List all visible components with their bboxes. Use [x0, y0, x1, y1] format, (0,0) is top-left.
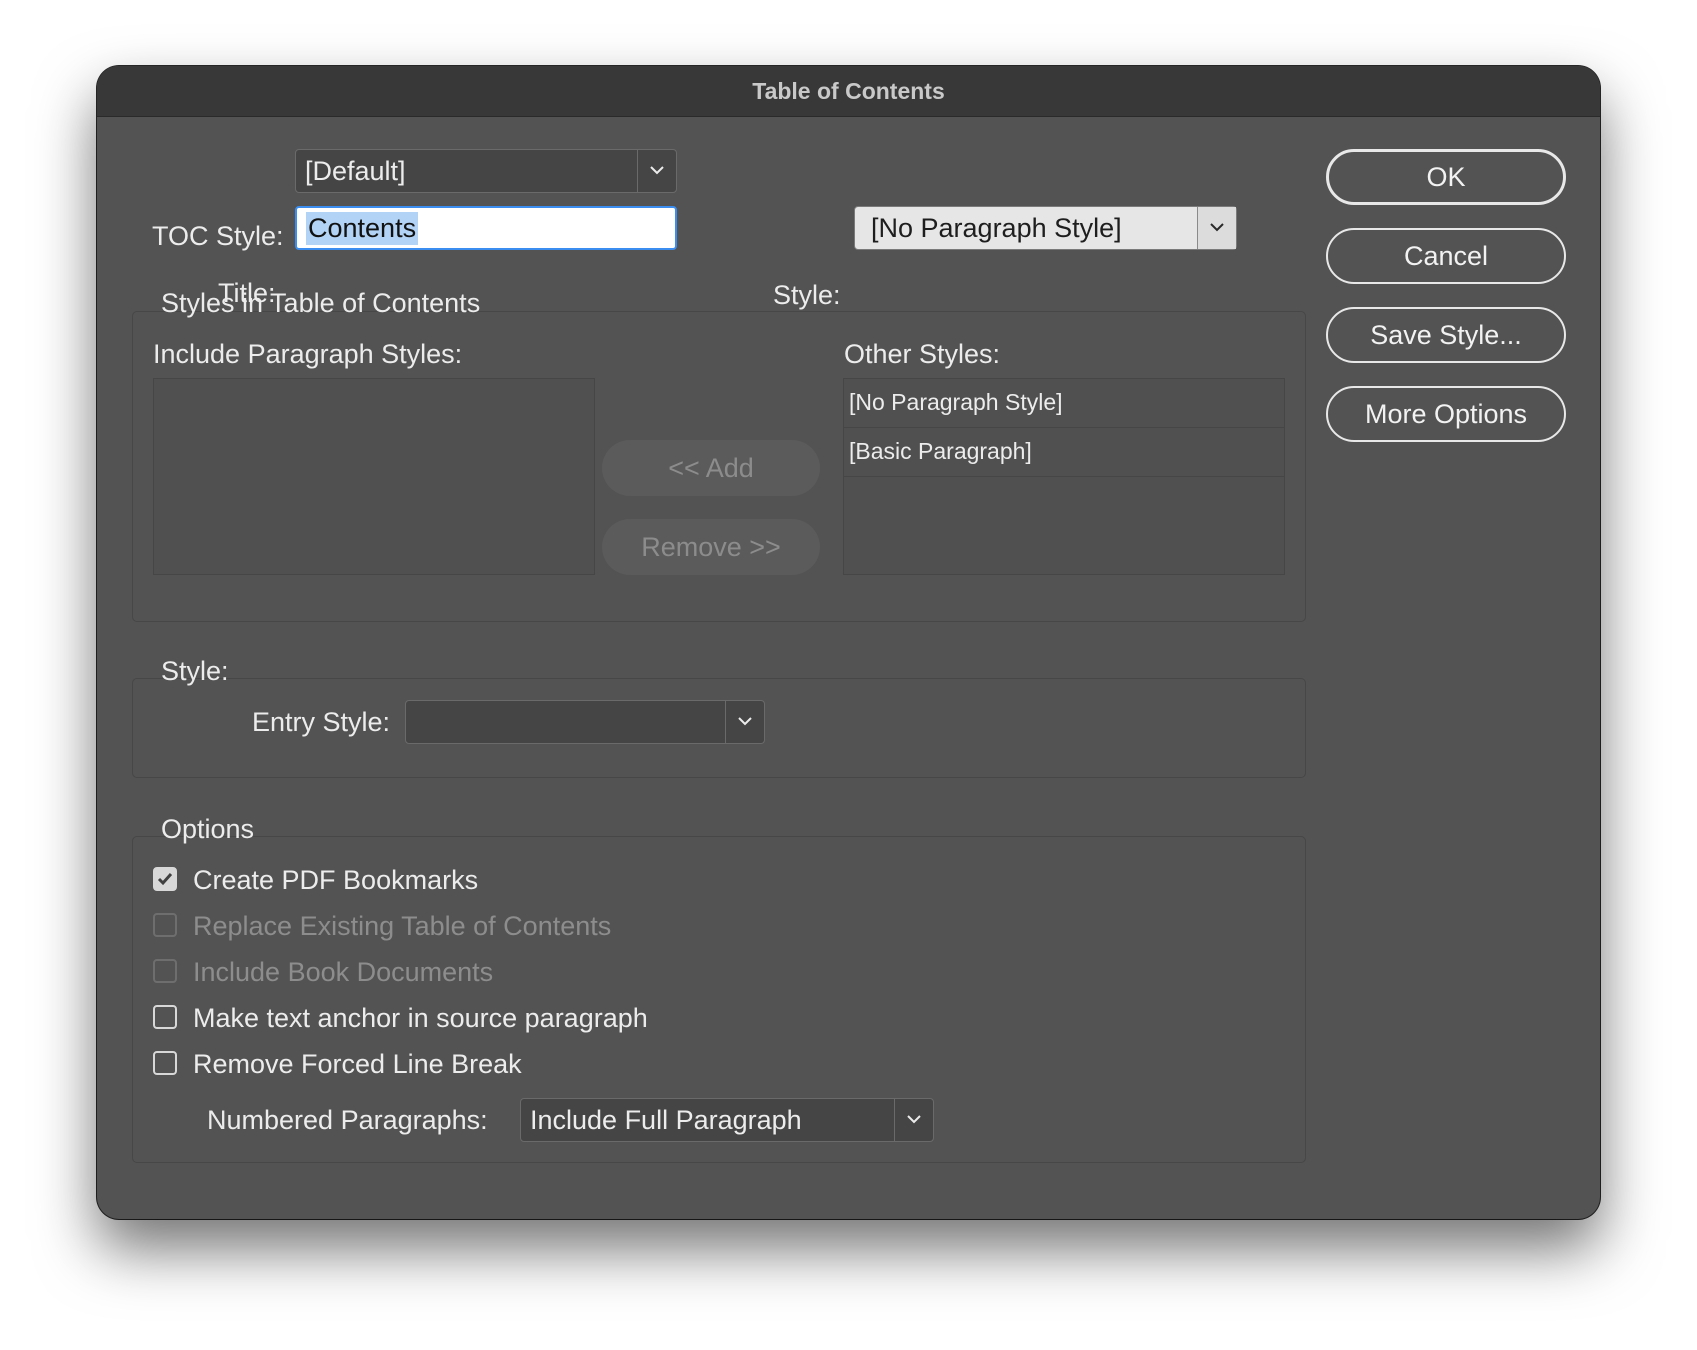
numbered-paragraphs-label: Numbered Paragraphs: — [207, 1105, 488, 1135]
toc-style-value: [Default] — [305, 156, 406, 186]
replace-existing-toc-checkbox — [153, 913, 177, 937]
toc-style-label: TOC Style: — [152, 221, 284, 251]
toc-style-dropdown[interactable]: [Default] — [295, 149, 677, 193]
make-text-anchor-label: Make text anchor in source paragraph — [193, 1003, 648, 1033]
create-pdf-bookmarks-label: Create PDF Bookmarks — [193, 865, 479, 895]
make-text-anchor-checkbox[interactable] — [153, 1005, 177, 1029]
styles-group-title: Styles in Table of Contents — [161, 288, 481, 318]
include-book-documents-checkbox — [153, 959, 177, 983]
chevron-down-icon[interactable] — [1197, 207, 1236, 249]
entry-style-group-title: Style: — [161, 656, 229, 686]
title-style-dropdown[interactable]: [No Paragraph Style] — [854, 206, 1237, 250]
remove-forced-line-break-checkbox[interactable] — [153, 1051, 177, 1075]
include-styles-list[interactable] — [153, 378, 595, 575]
other-styles-list[interactable]: [No Paragraph Style] [Basic Paragraph] — [843, 378, 1285, 575]
title-style-value: [No Paragraph Style] — [871, 213, 1122, 243]
cancel-button[interactable]: Cancel — [1326, 228, 1566, 284]
other-styles-label: Other Styles: — [844, 339, 1001, 369]
options-group-title: Options — [161, 814, 255, 844]
remove-button[interactable]: Remove >> — [602, 519, 820, 575]
dialog-title: Table of Contents — [97, 66, 1600, 117]
remove-forced-line-break-label: Remove Forced Line Break — [193, 1049, 522, 1079]
replace-existing-toc-label: Replace Existing Table of Contents — [193, 911, 612, 941]
chevron-down-icon[interactable] — [725, 701, 764, 743]
toc-dialog: Table of Contents TOC Style: [Default] T… — [97, 66, 1600, 1219]
list-item[interactable]: [Basic Paragraph] — [844, 428, 1284, 477]
include-styles-label: Include Paragraph Styles: — [153, 339, 463, 369]
save-style-button[interactable]: Save Style... — [1326, 307, 1566, 363]
create-pdf-bookmarks-checkbox[interactable] — [153, 867, 177, 891]
title-input[interactable]: Contents — [295, 206, 677, 250]
add-button[interactable]: << Add — [602, 440, 820, 496]
title-input-value: Contents — [306, 212, 419, 245]
chevron-down-icon[interactable] — [894, 1099, 933, 1141]
numbered-paragraphs-dropdown[interactable]: Include Full Paragraph — [520, 1098, 934, 1142]
numbered-paragraphs-value: Include Full Paragraph — [530, 1105, 802, 1135]
more-options-button[interactable]: More Options — [1326, 386, 1566, 442]
checkmark-icon — [157, 873, 173, 886]
list-item[interactable]: [No Paragraph Style] — [844, 379, 1284, 428]
entry-style-label: Entry Style: — [252, 707, 391, 737]
entry-style-dropdown[interactable] — [405, 700, 765, 744]
chevron-down-icon[interactable] — [637, 150, 676, 192]
title-style-label: Style: — [773, 280, 841, 310]
ok-button[interactable]: OK — [1326, 149, 1566, 205]
include-book-documents-label: Include Book Documents — [193, 957, 494, 987]
